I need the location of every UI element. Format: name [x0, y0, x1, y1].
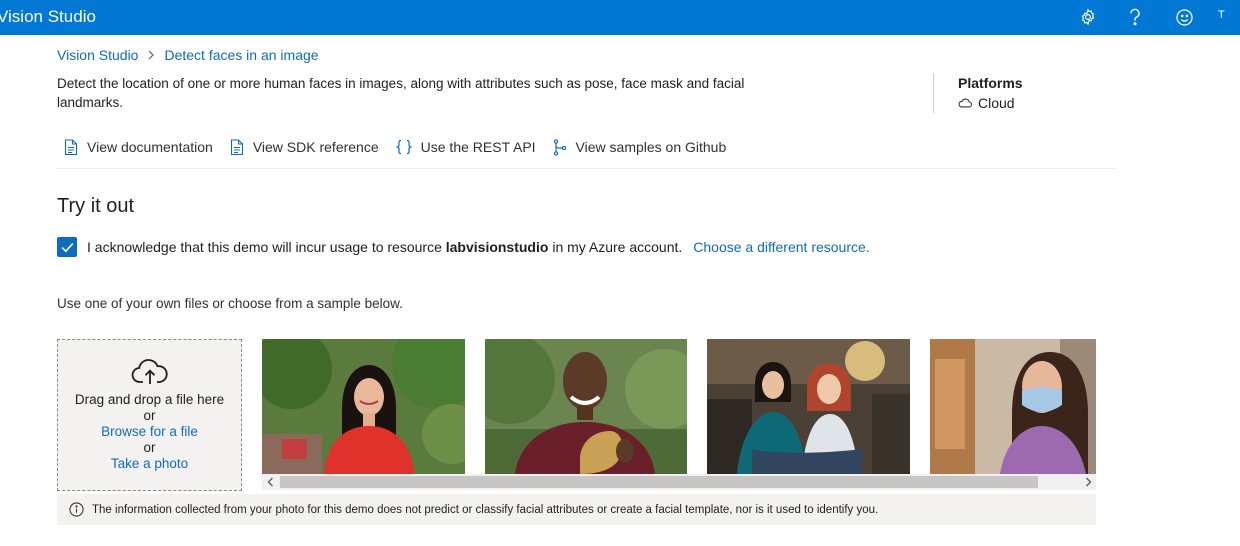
breadcrumb-current-link[interactable]: Detect faces in an image	[164, 47, 318, 63]
gear-icon[interactable]	[1077, 6, 1099, 28]
top-bar: Vision Studio T	[0, 0, 1240, 35]
or-text: or	[143, 440, 156, 455]
section-title: Try it out	[57, 195, 135, 217]
or-text: or	[143, 408, 156, 423]
privacy-notice: The information collected from your phot…	[57, 494, 1096, 525]
ack-prefix: I acknowledge that this demo will incur …	[87, 239, 442, 255]
app-title[interactable]: Vision Studio	[0, 7, 96, 27]
scroll-left-icon[interactable]	[262, 474, 278, 490]
take-photo-link[interactable]: Take a photo	[58, 456, 241, 472]
feedback-smiley-icon[interactable]	[1173, 6, 1195, 28]
platforms-panel: Platforms Cloud	[933, 73, 1023, 113]
chevron-right-icon	[147, 48, 155, 63]
curly-braces-icon	[395, 139, 412, 155]
view-sdk-reference-link[interactable]: View SDK reference	[230, 138, 379, 156]
scroll-right-icon[interactable]	[1080, 474, 1096, 490]
ack-resource-name: labvisionstudio	[445, 239, 549, 255]
browse-file-link[interactable]: Browse for a file	[58, 424, 241, 440]
use-rest-api-link[interactable]: Use the REST API	[395, 139, 536, 155]
branch-icon	[553, 138, 567, 156]
breadcrumb-root-link[interactable]: Vision Studio	[57, 47, 138, 63]
document-icon	[64, 138, 78, 156]
link-label: View SDK reference	[252, 139, 379, 155]
samples-hint: Use one of your own files or choose from…	[57, 296, 403, 311]
platforms-title: Platforms	[958, 75, 1023, 91]
platform-item: Cloud	[958, 93, 1023, 113]
cloud-icon	[958, 93, 973, 113]
notice-text: The information collected from your phot…	[92, 503, 879, 516]
acknowledge-text: I acknowledge that this demo will incur …	[87, 239, 682, 255]
file-dropzone[interactable]: Drag and drop a file here or Browse for …	[57, 339, 242, 491]
link-label: Use the REST API	[420, 139, 536, 155]
sample-image-man-holding-mask[interactable]	[485, 339, 687, 474]
resource-links: View documentation View SDK reference Us…	[64, 136, 743, 158]
sample-gallery	[262, 339, 1096, 474]
link-label: View samples on Github	[575, 139, 727, 155]
sample-image-two-women-store[interactable]	[707, 339, 910, 474]
view-samples-github-link[interactable]: View samples on Github	[553, 138, 727, 156]
sample-image-woman-face-mask[interactable]	[930, 339, 1096, 474]
choose-resource-link[interactable]: Choose a different resource.	[693, 239, 869, 255]
acknowledge-row: I acknowledge that this demo will incur …	[57, 237, 870, 257]
document-icon	[230, 138, 244, 156]
ack-suffix: in my Azure account.	[552, 239, 683, 255]
cloud-upload-icon	[58, 358, 241, 386]
platform-label: Cloud	[978, 95, 1015, 111]
divider	[57, 168, 1116, 169]
help-icon[interactable]	[1124, 6, 1146, 28]
breadcrumb: Vision Studio Detect faces in an image	[57, 47, 319, 63]
scrollbar-thumb[interactable]	[280, 476, 1038, 488]
sample-image-woman-red-top[interactable]	[262, 339, 465, 474]
view-documentation-link[interactable]: View documentation	[64, 138, 213, 156]
link-label: View documentation	[87, 139, 213, 155]
gallery-scrollbar[interactable]	[262, 474, 1096, 490]
dropzone-text: Drag and drop a file here	[74, 392, 225, 407]
page-description: Detect the location of one or more human…	[57, 76, 745, 110]
avatar[interactable]: T	[1218, 9, 1225, 21]
acknowledge-checkbox[interactable]	[57, 237, 77, 257]
info-icon	[69, 502, 84, 517]
